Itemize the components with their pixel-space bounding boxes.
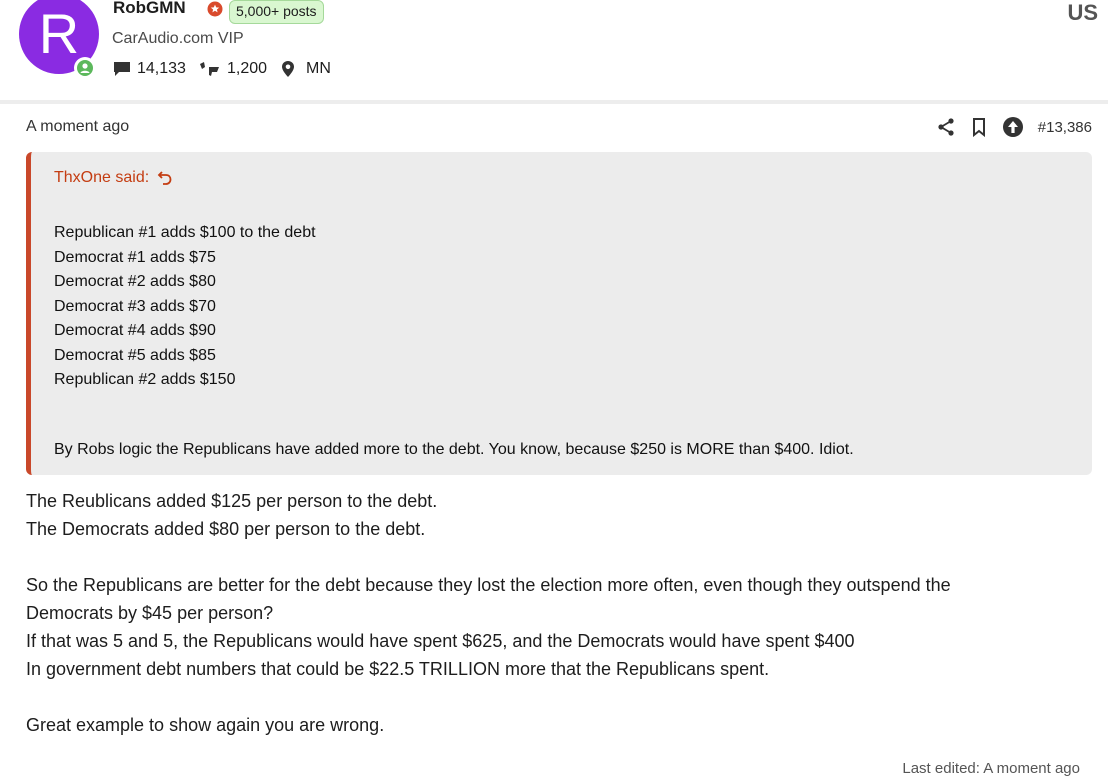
username-link[interactable]: RobGMN xyxy=(113,0,186,18)
quote-lines: Republican #1 adds $100 to the debt Demo… xyxy=(54,221,316,393)
quote-block: ThxOne said: Republican #1 adds $100 to … xyxy=(26,152,1092,475)
body-line: In government debt numbers that could be… xyxy=(26,659,770,679)
post-actions: #13,386 xyxy=(936,116,1092,138)
body-line: The Reublicans added $125 per person to … xyxy=(26,491,438,511)
message-icon xyxy=(114,62,130,76)
reactions-count: 1,200 xyxy=(227,60,268,77)
body-line: Democrats by $45 per person? xyxy=(26,603,274,623)
quote-line: Democrat #1 adds $75 xyxy=(54,248,216,266)
messages-count: 14,133 xyxy=(137,60,186,77)
post-number-link[interactable]: #13,386 xyxy=(1038,119,1092,136)
quote-line: Democrat #3 adds $70 xyxy=(54,297,216,315)
last-edited-label: Last edited: A moment ago xyxy=(902,760,1080,777)
quote-line: Democrat #4 adds $90 xyxy=(54,322,216,339)
quote-line: Republican #2 adds $150 xyxy=(54,371,236,388)
quote-conclusion: By Robs logic the Republicans have added… xyxy=(54,441,854,458)
jump-to-quote-icon[interactable] xyxy=(157,170,173,186)
quote-line: Republican #1 adds $100 to the debt xyxy=(54,224,316,241)
body-line: The Democrats added $80 per person to th… xyxy=(26,519,426,539)
share-icon[interactable] xyxy=(936,117,956,137)
quote-author[interactable]: ThxOne said: xyxy=(54,169,149,187)
body-line: Great example to show again you are wron… xyxy=(26,715,385,735)
upvote-icon[interactable] xyxy=(1002,116,1024,138)
online-status-icon xyxy=(74,57,96,79)
posts-badge: 5,000+ posts xyxy=(229,0,324,24)
reactions-stat: 1,200 xyxy=(199,60,267,78)
divider xyxy=(0,100,1108,104)
thumbs-icon xyxy=(200,62,219,76)
user-title: CarAudio.com VIP xyxy=(112,30,244,47)
country-flag-text: US xyxy=(1067,0,1098,25)
user-card: R RobGMN 5,000+ posts CarAudio.com VIP 1… xyxy=(0,0,1108,100)
location-pin-icon xyxy=(282,61,294,77)
location-stat: MN xyxy=(280,60,331,78)
post-timestamp[interactable]: A moment ago xyxy=(26,118,129,136)
body-line: So the Republicans are better for the de… xyxy=(26,575,951,595)
location-text: MN xyxy=(306,60,331,77)
quote-line: Democrat #2 adds $80 xyxy=(54,273,216,290)
post-body: The Reublicans added $125 per person to … xyxy=(26,487,1086,739)
user-badge-icon xyxy=(207,1,223,17)
quote-line: Democrat #5 adds $85 xyxy=(54,346,216,364)
bookmark-icon[interactable] xyxy=(970,117,988,137)
quote-author-link[interactable]: ThxOne said: xyxy=(54,169,173,187)
messages-stat: 14,133 xyxy=(113,60,186,78)
body-line: If that was 5 and 5, the Republicans wou… xyxy=(26,631,855,651)
